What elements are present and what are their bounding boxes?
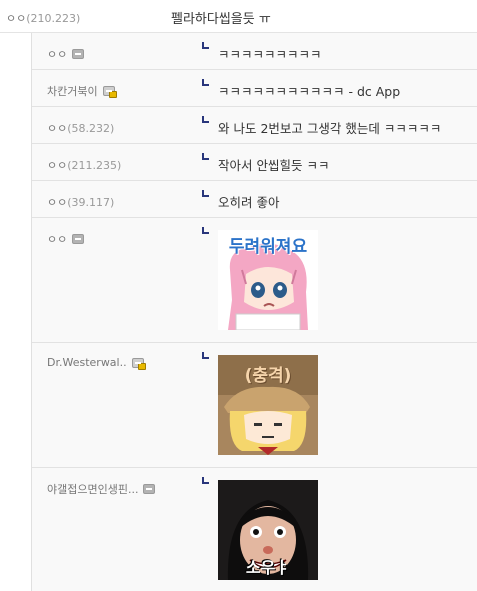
- reply-text: 와 나도 2번보고 그생각 했는데 ㅋㅋㅋㅋㅋ: [218, 121, 442, 136]
- reply-author[interactable]: Dr.Westerwal..: [47, 356, 146, 370]
- dccon-sticker[interactable]: (충격): [218, 355, 318, 455]
- reply-arrow-icon: [202, 227, 209, 234]
- sticker-caption: (충격): [244, 366, 292, 386]
- fixed-nick-icon: [102, 86, 117, 98]
- fixed-nick-icon: [131, 357, 146, 370]
- reply-item: 야갤접으면인생핀... 소우ㅑ: [32, 468, 477, 591]
- reply-author[interactable]: ㅇㅇ: [47, 231, 85, 247]
- reply-list: ㅇㅇ ㅋㅋㅋㅋㅋㅋㅋㅋㅋ 차칸거북이 ㅋㅋㅋㅋㅋㅋㅋㅋㅋㅋㅋ - dc App …: [31, 33, 477, 591]
- sticker-caption: 소우ㅑ: [245, 558, 291, 577]
- reply-item: ㅇㅇ (58.232) 와 나도 2번보고 그생각 했는데 ㅋㅋㅋㅋㅋ: [32, 107, 477, 144]
- reply-arrow-icon: [202, 190, 209, 197]
- parent-comment-author[interactable]: ㅇㅇ(210.223): [6, 10, 80, 26]
- reply-author[interactable]: ㅇㅇ (58.232): [47, 120, 114, 136]
- reply-author[interactable]: 야갤접으면인생핀...: [47, 481, 156, 497]
- reply-arrow-icon: [202, 116, 209, 123]
- reply-item: 차칸거북이 ㅋㅋㅋㅋㅋㅋㅋㅋㅋㅋㅋ - dc App: [32, 70, 477, 107]
- reply-author[interactable]: ㅇㅇ: [47, 46, 85, 62]
- reply-item: ㅇㅇ 두려워져요: [32, 218, 477, 343]
- parent-comment: ㅇㅇ(210.223) 펠라하다씹을듯 ㅠ: [0, 0, 477, 33]
- reply-arrow-icon: [202, 79, 209, 86]
- parent-comment-text: 펠라하다씹을듯 ㅠ: [171, 12, 271, 27]
- reply-item: ㅇㅇ (211.235) 작아서 안씹힐듯 ㅋㅋ: [32, 144, 477, 181]
- reply-author[interactable]: 차칸거북이: [47, 83, 117, 99]
- dccon-sticker[interactable]: 소우ㅑ: [218, 480, 318, 580]
- reply-arrow-icon: [202, 42, 209, 49]
- reply-text: ㅋㅋㅋㅋㅋㅋㅋㅋㅋ: [218, 47, 322, 62]
- mobile-icon: [72, 49, 85, 59]
- reply-arrow-icon: [202, 352, 209, 359]
- reply-author[interactable]: ㅇㅇ (211.235): [47, 157, 121, 173]
- reply-item: Dr.Westerwal.. (충격): [32, 343, 477, 468]
- reply-text: 작아서 안씹힐듯 ㅋㅋ: [218, 158, 330, 173]
- reply-arrow-icon: [202, 477, 209, 484]
- mobile-icon: [72, 234, 85, 244]
- sticker-caption: 두려워져요: [228, 237, 308, 257]
- reply-item: ㅇㅇ (39.117) 오히려 좋아: [32, 181, 477, 218]
- reply-text: 오히려 좋아: [218, 195, 280, 210]
- mobile-icon: [143, 484, 156, 494]
- reply-author[interactable]: ㅇㅇ (39.117): [47, 194, 114, 210]
- dccon-sticker[interactable]: 두려워져요: [218, 230, 318, 330]
- reply-item: ㅇㅇ ㅋㅋㅋㅋㅋㅋㅋㅋㅋ: [32, 33, 477, 70]
- reply-text: ㅋㅋㅋㅋㅋㅋㅋㅋㅋㅋㅋ - dc App: [218, 84, 401, 99]
- reply-arrow-icon: [202, 153, 209, 160]
